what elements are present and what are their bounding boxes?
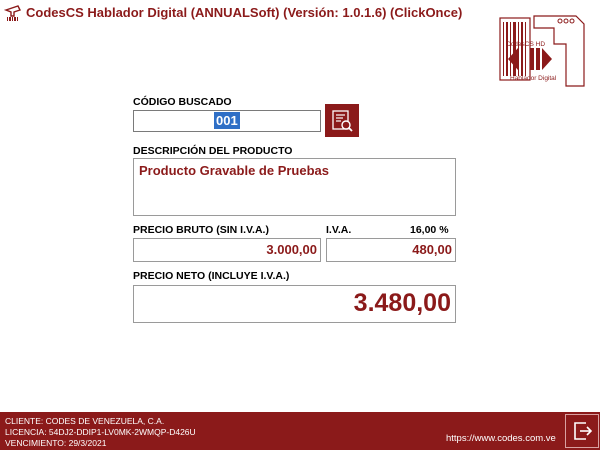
logo-text-top: CodesCS HD: [506, 41, 545, 48]
codescs-hd-logo: CodesCS HD Hablador Digital: [499, 15, 585, 87]
description-label: DESCRIPCIÓN DEL PRODUCTO: [133, 145, 293, 157]
footer-website-link[interactable]: https://www.codes.com.ve: [446, 433, 556, 444]
iva-amount-value: 480,00: [412, 242, 452, 257]
window-title: CodesCS Hablador Digital (ANNUALSoft) (V…: [26, 5, 463, 20]
code-label: CÓDIGO BUSCADO: [133, 96, 232, 108]
search-button[interactable]: [325, 104, 359, 137]
exit-button[interactable]: [565, 414, 599, 448]
net-price-value: 3.480,00: [353, 289, 451, 317]
iva-rate: 16,00 %: [410, 224, 449, 236]
gross-price-value: 3.000,00: [266, 242, 317, 257]
code-input-value[interactable]: 001: [214, 112, 240, 129]
footer-client: CLIENTE: CODES DE VENEZUELA, C.A.: [5, 416, 165, 426]
barcode-scanner-icon: [4, 5, 21, 21]
description-value: Producto Gravable de Pruebas: [139, 163, 330, 178]
gross-price-label: PRECIO BRUTO (SIN I.V.A.): [133, 224, 269, 236]
exit-icon: [574, 422, 593, 440]
footer-bar: CLIENTE: CODES DE VENEZUELA, C.A. LICENC…: [0, 412, 600, 450]
search-document-icon: [332, 110, 353, 132]
net-price-label: PRECIO NETO (INCLUYE I.V.A.): [133, 270, 290, 282]
iva-label: I.V.A.: [326, 224, 352, 236]
footer-expiry: VENCIMIENTO: 29/3/2021: [5, 438, 107, 448]
logo-text-bottom: Hablador Digital: [510, 75, 557, 82]
footer-license: LICENCIA: 54DJ2-DDIP1-LV0MK-2WMQP-D426U: [5, 427, 196, 437]
